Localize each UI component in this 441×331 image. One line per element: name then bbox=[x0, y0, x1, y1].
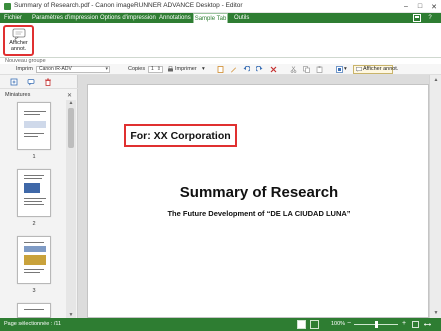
document-view: For: XX Corporation Summary of Research … bbox=[78, 75, 441, 318]
thumbnails-scrollbar[interactable]: ▲ ▼ bbox=[66, 100, 76, 318]
annotation-icon bbox=[356, 67, 362, 72]
comment-icon[interactable] bbox=[27, 78, 35, 86]
printer-icon bbox=[168, 66, 173, 72]
show-annotations-ribbon-button[interactable]: Afficher annot. bbox=[3, 25, 34, 56]
ribbon-tab-bar: Fichier Paramètres d'impression Options … bbox=[0, 13, 441, 23]
stepper-icon: ⇕ bbox=[156, 66, 161, 72]
tab-annotations[interactable]: Annotations bbox=[159, 13, 191, 23]
tab-tools[interactable]: Outils bbox=[234, 13, 249, 23]
thumbnails-label: Miniatures bbox=[5, 92, 31, 98]
document-title: Summary of Research bbox=[179, 184, 339, 201]
copy-icon[interactable] bbox=[303, 66, 310, 73]
show-annotations-toolbar-button[interactable]: Afficher annot. bbox=[353, 65, 398, 74]
page-number: 2 bbox=[32, 221, 36, 227]
insert-page-icon[interactable] bbox=[10, 78, 18, 86]
print-button[interactable]: Imprimer bbox=[175, 66, 197, 72]
scroll-up-icon[interactable]: ▲ bbox=[66, 100, 76, 106]
page-thumbnail[interactable] bbox=[17, 102, 51, 150]
tab-file[interactable]: Fichier bbox=[4, 13, 22, 23]
status-bar: Page sélectionnée : /11 100% − + bbox=[0, 318, 441, 331]
view-dropdown-icon[interactable]: ▾ bbox=[344, 66, 347, 72]
tab-print-settings[interactable]: Paramètres d'impression bbox=[32, 13, 98, 23]
document-page: For: XX Corporation Summary of Research … bbox=[87, 84, 429, 318]
scroll-up-icon[interactable]: ▲ bbox=[430, 77, 441, 83]
document-subtitle: The Future Development of “DE LA CIUDAD … bbox=[167, 209, 351, 218]
delete-page-icon[interactable] bbox=[44, 78, 52, 86]
for-text-box: For: XX Corporation bbox=[124, 124, 237, 147]
close-icon[interactable]: ✕ bbox=[67, 92, 72, 99]
window-title: Summary of Research.pdf - Canon imageRUN… bbox=[14, 2, 243, 9]
show-annotations-toolbar-label: Afficher annot. bbox=[363, 66, 399, 72]
page-number: 1 bbox=[32, 154, 36, 160]
redo-icon[interactable] bbox=[256, 66, 263, 73]
printer-label: Imprim bbox=[16, 66, 33, 72]
paste-icon[interactable] bbox=[316, 66, 323, 73]
tab-sample[interactable]: Sample Tab bbox=[193, 13, 228, 23]
edit-icon[interactable] bbox=[230, 66, 237, 73]
page-thumbnail[interactable] bbox=[17, 303, 51, 318]
print-dropdown-icon[interactable]: ▾ bbox=[202, 66, 205, 72]
single-page-view-icon[interactable] bbox=[297, 320, 306, 329]
two-page-view-icon[interactable] bbox=[310, 320, 319, 329]
minimize-button[interactable]: – bbox=[399, 0, 413, 13]
fit-page-icon[interactable] bbox=[412, 321, 419, 328]
show-annotations-label: Afficher annot. bbox=[9, 40, 28, 52]
tab-print-options[interactable]: Options d'impression bbox=[100, 13, 156, 23]
copies-input[interactable]: 1 ⇕ bbox=[148, 66, 163, 73]
zoom-out-icon[interactable]: − bbox=[345, 320, 353, 329]
fit-width-icon[interactable] bbox=[424, 321, 431, 328]
window-controls: – □ ✕ bbox=[399, 0, 441, 13]
printer-select[interactable]: Canon iR-ADV ▾ bbox=[36, 66, 110, 73]
document-scrollbar[interactable]: ▲ ▼ bbox=[429, 75, 441, 318]
page-number: 3 bbox=[32, 288, 36, 294]
restore-button[interactable]: □ bbox=[413, 0, 427, 13]
printer-value: Canon iR-ADV bbox=[39, 66, 72, 72]
copies-label: Copies bbox=[128, 66, 146, 72]
for-text: For: XX Corporation bbox=[130, 129, 231, 142]
scroll-down-icon[interactable]: ▼ bbox=[430, 310, 441, 316]
ribbon-options-icon[interactable] bbox=[413, 14, 421, 22]
close-button[interactable]: ✕ bbox=[427, 0, 441, 13]
help-icon[interactable]: ? bbox=[426, 14, 434, 22]
undo-icon[interactable] bbox=[243, 66, 250, 73]
page-view-icon[interactable] bbox=[336, 66, 343, 73]
scrollbar-thumb[interactable] bbox=[68, 108, 74, 148]
page-selected-status: Page sélectionnée : /11 bbox=[4, 321, 62, 327]
chevron-down-icon: ▾ bbox=[105, 66, 108, 72]
cut-icon[interactable] bbox=[290, 66, 297, 73]
annotation-icon bbox=[12, 28, 25, 40]
ribbon-panel: Afficher annot. bbox=[0, 23, 441, 58]
quick-toolbar: Imprim Canon iR-ADV ▾ Copies 1 ⇕ Imprime… bbox=[0, 64, 441, 75]
page-thumbnail[interactable] bbox=[17, 169, 51, 217]
thumbnails-panel: Miniatures ✕ 1 2 3 ▲ ▼ bbox=[0, 75, 78, 318]
delete-icon[interactable] bbox=[270, 66, 277, 73]
copies-value: 1 bbox=[151, 66, 154, 72]
app-icon bbox=[4, 3, 11, 10]
zoom-slider-knob[interactable] bbox=[375, 321, 378, 328]
zoom-in-icon[interactable]: + bbox=[400, 320, 408, 329]
title-bar: Summary of Research.pdf - Canon imageRUN… bbox=[0, 0, 441, 13]
thumbnails-toolbar bbox=[0, 75, 78, 89]
zoom-level: 100% bbox=[331, 321, 346, 327]
page-settings-icon[interactable] bbox=[217, 66, 224, 73]
page-thumbnail[interactable] bbox=[17, 236, 51, 284]
